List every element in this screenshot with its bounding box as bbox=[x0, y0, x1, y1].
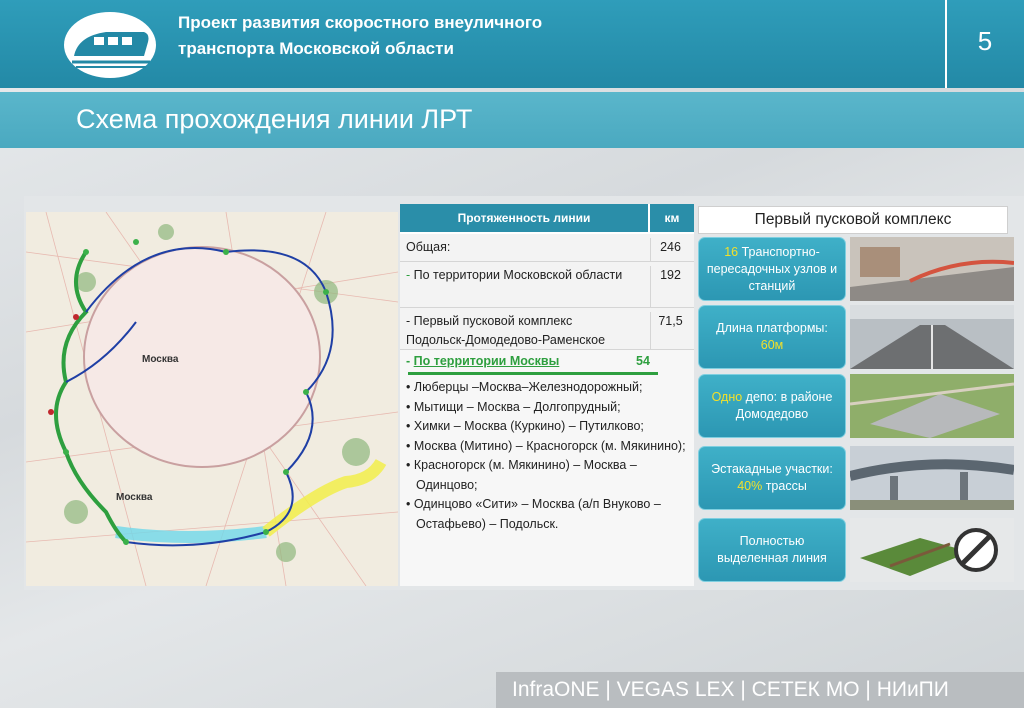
feature-text: Эстакадные участки: bbox=[711, 462, 833, 476]
train-logo-icon bbox=[64, 12, 156, 78]
table-header-line: Протяженность линии bbox=[400, 204, 648, 232]
moscow-underline bbox=[408, 372, 658, 375]
footer-partners: InfraONE | VEGAS LEX | СЕТЕК МО | НИиПИ bbox=[496, 672, 1024, 708]
feature-text: Полностью выделенная линия bbox=[717, 534, 827, 565]
map-label-moscow: Москва bbox=[142, 354, 179, 365]
feature-tile-overpass: Эстакадные участки: 40% трассы bbox=[698, 446, 846, 510]
table-row: - Первый пусковой комплекс Подольск-Домо… bbox=[400, 308, 694, 353]
overpass-photo bbox=[850, 446, 1014, 510]
table-row: Общая: 246 bbox=[400, 234, 694, 265]
no-entry-icon bbox=[956, 530, 996, 570]
feature-tile-dedicated-line: Полностью выделенная линия bbox=[698, 518, 846, 582]
list-item: Люберцы –Москва–Железнодорожный; bbox=[406, 378, 690, 398]
moscow-title-text: По территории Москвы bbox=[413, 354, 560, 368]
list-item: Мытищи – Москва – Долгопрудный; bbox=[406, 398, 690, 418]
header-divider bbox=[945, 0, 947, 88]
table-header-km: км bbox=[650, 204, 694, 232]
feature-highlight: Одно bbox=[711, 390, 743, 404]
feature-tile-platform: Длина платформы: 60м bbox=[698, 305, 846, 369]
feature-highlight: 60м bbox=[760, 338, 784, 352]
row-value: 246 bbox=[650, 238, 690, 265]
list-item: Москва (Митино) – Красногорск (м. Мякини… bbox=[406, 437, 690, 457]
list-item: Красногорск (м. Мякинино) – Москва – Оди… bbox=[406, 456, 690, 495]
header-title-line1: Проект развития скоростного внеуличного bbox=[178, 13, 543, 32]
header-title-line2: транспорта Московской области bbox=[178, 39, 454, 58]
route-map: Москва Москва bbox=[26, 212, 398, 586]
moscow-routes-list: Люберцы –Москва–Железнодорожный; Мытищи … bbox=[406, 378, 690, 534]
slide-title: Схема прохождения линии ЛРТ bbox=[76, 104, 473, 134]
dedicated-line-photo bbox=[850, 518, 1014, 582]
header-bar: Проект развития скоростного внеуличного … bbox=[0, 0, 1024, 88]
feature-text: трассы bbox=[762, 479, 807, 493]
platform-photo bbox=[850, 305, 1014, 369]
row-value: 192 bbox=[650, 266, 690, 311]
header-title: Проект развития скоростного внеуличного … bbox=[178, 10, 618, 62]
row-value: 71,5 bbox=[650, 312, 690, 353]
moscow-title: - По территории Москвы bbox=[406, 354, 560, 368]
feature-highlight: 40% bbox=[737, 479, 763, 493]
row-label: - По территории Московской области bbox=[406, 268, 623, 282]
feature-tile-depot: Одно депо: в районе Домодедово bbox=[698, 374, 846, 438]
row-label-text: По территории Московской области bbox=[413, 268, 623, 282]
map-label-moscow-2: Москва bbox=[116, 492, 153, 503]
feature-text: депо: в районе Домодедово bbox=[735, 390, 833, 421]
feature-highlight: 16 bbox=[724, 244, 739, 259]
moscow-value: 54 bbox=[636, 354, 650, 368]
moscow-section: - По территории Москвы 54 Люберцы –Москв… bbox=[400, 350, 694, 586]
row-label-line2: Подольск-Домодедово-Раменское bbox=[406, 333, 606, 347]
feature-text: Длина платформы: bbox=[716, 321, 828, 335]
title-bar: Схема прохождения линии ЛРТ bbox=[0, 92, 1024, 148]
row-label-line1: - Первый пусковой комплекс bbox=[406, 314, 573, 328]
depot-photo bbox=[850, 374, 1014, 438]
row-label: Общая: bbox=[406, 240, 451, 254]
list-item: Химки – Москва (Куркино) – Путилково; bbox=[406, 417, 690, 437]
row-label: - Первый пусковой комплекс Подольск-Домо… bbox=[406, 312, 646, 350]
feature-tile-stations: 16 Транспортно-пересадочных узлов и стан… bbox=[698, 237, 846, 301]
list-item: Одинцово «Сити» – Москва (а/п Внуково – … bbox=[406, 495, 690, 534]
page-number: 5 bbox=[977, 26, 993, 56]
station-photo bbox=[850, 237, 1014, 301]
table-row: - По территории Московской области 192 bbox=[400, 262, 694, 311]
length-table: Протяженность линии км Общая: 246 - По т… bbox=[400, 204, 694, 586]
first-complex-title: Первый пусковой комплекс bbox=[698, 206, 1008, 234]
